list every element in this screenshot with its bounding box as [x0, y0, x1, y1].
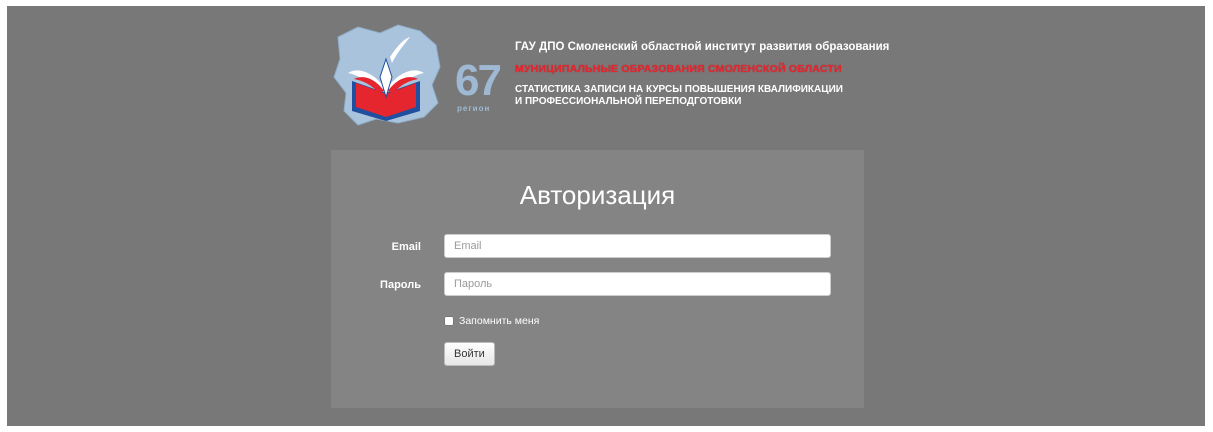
email-label: Email	[391, 241, 421, 253]
page-background: 67 регион ГАУ ДПО Смоленский областной и…	[7, 6, 1205, 426]
region-word: регион	[457, 104, 491, 113]
login-panel: Авторизация Email Пароль Запомнить меня …	[331, 150, 864, 408]
password-field[interactable]	[444, 272, 831, 296]
password-label: Пароль	[380, 279, 421, 291]
remember-me: Запомнить меня	[444, 315, 539, 327]
org-title: ГАУ ДПО Смоленский областной институт ра…	[515, 41, 890, 53]
org-description-line-1: СТАТИСТИКА ЗАПИСИ НА КУРСЫ ПОВЫШЕНИЯ КВА…	[515, 84, 843, 95]
remember-me-label[interactable]: Запомнить меня	[459, 315, 539, 327]
region-map-book-logo-icon	[333, 24, 441, 126]
region-number: 67	[455, 56, 502, 105]
org-subtitle: МУНИЦИПАЛЬНЫЕ ОБРАЗОВАНИЯ СМОЛЕНСКОЙ ОБЛ…	[515, 63, 842, 75]
email-field[interactable]	[444, 234, 831, 258]
remember-me-checkbox[interactable]	[444, 316, 454, 326]
org-description: СТАТИСТИКА ЗАПИСИ НА КУРСЫ ПОВЫШЕНИЯ КВА…	[515, 84, 843, 108]
login-title: Авторизация	[519, 180, 676, 210]
login-button[interactable]: Войти	[444, 342, 495, 366]
org-description-line-2: И ПРОФЕССИОНАЛЬНОЙ ПЕРЕПОДГОТОВКИ	[515, 96, 742, 107]
